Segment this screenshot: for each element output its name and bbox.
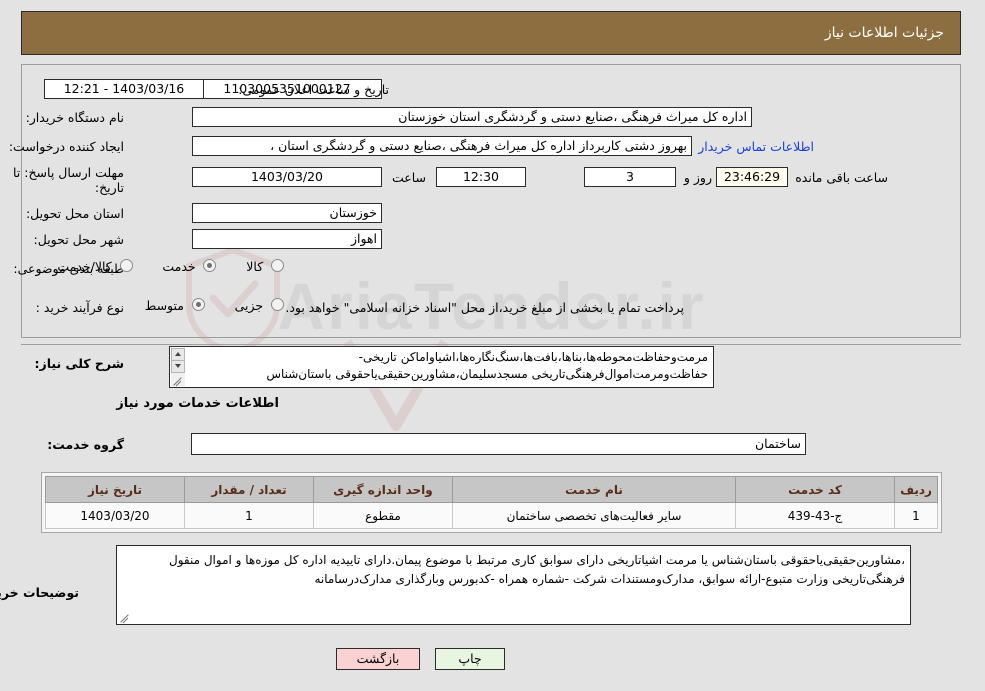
remaining-days-value: 3	[585, 167, 677, 187]
table-header-row: ردیف کد خدمت نام خدمت واحد اندازه گیری ت…	[46, 476, 939, 503]
province-label: استان محل تحویل:	[26, 206, 125, 221]
buyer-notes-label: توضیحات خریدار:	[0, 585, 80, 600]
back-button[interactable]: بازگشت	[337, 648, 421, 670]
process-option-label: جزیی	[235, 298, 265, 313]
hour-label: ساعت	[392, 170, 427, 185]
process-option-motevaset[interactable]: متوسط	[146, 298, 206, 313]
td-service-code: ج-43-439	[736, 502, 896, 529]
td-row-no: 1	[895, 502, 939, 529]
requester-label: ایجاد کننده درخواست:	[9, 139, 125, 154]
td-unit: مقطوع	[314, 502, 454, 529]
service-group-value: ساختمان	[192, 433, 807, 455]
radio-icon[interactable]	[272, 259, 285, 272]
page-title: جزئیات اطلاعات نیاز	[825, 25, 945, 41]
days-and-label: روز و	[684, 170, 713, 185]
th-row-no: ردیف	[895, 476, 939, 503]
buyer-contact-link[interactable]: اطلاعات تماس خریدار	[699, 139, 815, 154]
process-option-jozi[interactable]: جزیی	[236, 298, 285, 313]
deadline-label-line2: تاریخ:	[95, 180, 125, 195]
th-service-name: نام خدمت	[453, 476, 737, 503]
announce-datetime-value: 1403/03/16 - 12:21	[45, 79, 205, 99]
announce-datetime-label: تاریخ و ساعت اعلان عمومی:	[239, 82, 390, 97]
buyer-org-label: نام دستگاه خریدار:	[26, 110, 125, 125]
classification-option-kala[interactable]: کالا	[247, 259, 285, 274]
service-group-label: گروه خدمت:	[48, 437, 125, 452]
process-type-label: نوع فرآیند خرید :	[36, 300, 125, 315]
city-label: شهر محل تحویل:	[34, 232, 125, 247]
need-info-panel	[22, 64, 962, 338]
th-unit: واحد اندازه گیری	[314, 476, 454, 503]
td-need-date: 1403/03/20	[46, 502, 186, 529]
th-quantity: تعداد / مقدار	[185, 476, 315, 503]
deadline-date-value: 1403/03/20	[193, 167, 383, 187]
radio-icon[interactable]	[192, 298, 206, 311]
th-need-date: تاریخ نیاز	[46, 476, 186, 503]
remaining-suffix-label: ساعت باقی مانده	[796, 170, 889, 185]
classification-option-label: کالا/خدمت	[58, 259, 113, 274]
radio-icon[interactable]	[204, 259, 218, 272]
resize-grip-icon[interactable]	[120, 611, 132, 623]
table-row: 1 ج-43-439 سایر فعالیت‌های تخصصی ساختمان…	[46, 502, 939, 529]
print-button[interactable]: چاپ	[436, 648, 506, 670]
th-service-code: کد خدمت	[736, 476, 896, 503]
deadline-label-line1: مهلت ارسال پاسخ: تا	[14, 165, 125, 180]
services-table: ردیف کد خدمت نام خدمت واحد اندازه گیری ت…	[46, 476, 939, 529]
classification-radio-group[interactable]: کالا خدمت کالا/خدمت	[58, 259, 285, 274]
deadline-time-value: 12:30	[437, 167, 527, 187]
classification-option-label: خدمت	[163, 259, 197, 274]
radio-icon[interactable]	[272, 298, 285, 311]
td-service-name: سایر فعالیت‌های تخصصی ساختمان	[453, 502, 737, 529]
payment-note: پرداخت تمام یا بخشی از مبلغ خرید،از محل …	[286, 300, 685, 315]
classification-option-kala-khedmat[interactable]: کالا/خدمت	[58, 259, 134, 274]
description-textarea[interactable]: مرمت‌وحفاظت‌محوطه‌ها،بناها،بافت‌ها،سنگ‌ن…	[170, 346, 715, 388]
radio-icon[interactable]	[120, 259, 134, 272]
panel-separator	[22, 344, 962, 345]
process-option-label: متوسط	[145, 298, 185, 313]
buyer-notes-value: ،مشاورین‌حقیقی‌یاحقوقی باستان‌شناس یا مر…	[169, 553, 906, 586]
description-value: مرمت‌وحفاظت‌محوطه‌ها،بناها،بافت‌ها،سنگ‌ن…	[267, 350, 709, 381]
city-value: اهواز	[193, 229, 383, 249]
buyer-org-value: اداره کل میراث فرهنگی ،صنایع دستی و گردش…	[193, 107, 753, 127]
process-type-radio-group[interactable]: جزیی متوسط	[146, 298, 285, 313]
services-table-wrapper: ردیف کد خدمت نام خدمت واحد اندازه گیری ت…	[42, 472, 943, 533]
province-value: خوزستان	[193, 203, 383, 223]
requester-value: بهروز دشتی کاربرداز اداره کل میراث فرهنگ…	[193, 136, 693, 156]
description-label: شرح کلی نیاز:	[35, 356, 125, 371]
page-header: جزئیات اطلاعات نیاز	[22, 11, 962, 55]
buyer-notes-textarea[interactable]: ،مشاورین‌حقیقی‌یاحقوقی باستان‌شناس یا مر…	[117, 545, 912, 625]
resize-grip-icon[interactable]	[173, 374, 185, 386]
scroll-down-icon[interactable]	[172, 360, 186, 373]
services-section-heading: اطلاعات خدمات مورد نیاز	[117, 396, 280, 411]
remaining-clock-value: 23:46:29	[717, 167, 789, 187]
classification-option-khedmat[interactable]: خدمت	[163, 259, 218, 274]
td-quantity: 1	[185, 502, 315, 529]
classification-option-label: کالا	[247, 259, 265, 274]
